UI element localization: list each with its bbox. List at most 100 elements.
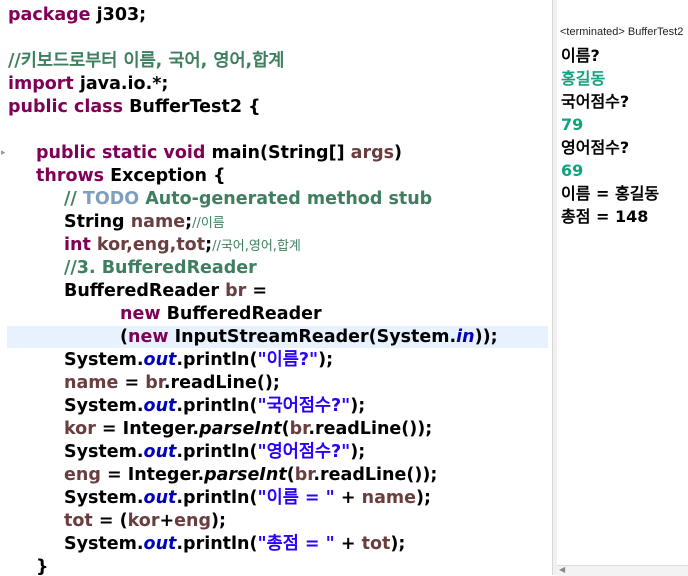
keyword: static — [101, 143, 158, 163]
variable-name: br — [225, 281, 247, 301]
code-text: ) — [394, 143, 403, 163]
code-text: .readLine()); — [313, 465, 438, 485]
code-text: .println( — [176, 442, 258, 462]
code-line-throws[interactable]: throws Exception { — [36, 165, 226, 188]
code-line-assign[interactable]: kor = Integer.parseInt(br.readLine()); — [64, 418, 432, 441]
comment-text: //국어,영어,합계 — [212, 239, 301, 254]
variable-name: eng — [64, 465, 101, 485]
code-line-println[interactable]: System.out.println("이름 = " + name); — [64, 487, 431, 510]
code-text: ); — [390, 534, 406, 554]
code-line-println[interactable]: System.out.println("국어점수?"); — [64, 395, 365, 418]
type-name: String — [64, 212, 131, 232]
code-text: System. — [64, 488, 144, 508]
code-text: System. — [64, 442, 144, 462]
code-line-decl-int[interactable]: int kor,eng,tot;//국어,영어,합계 — [64, 234, 301, 257]
string-literal: "국어점수?" — [257, 396, 351, 416]
console-output-line: 이름? — [561, 46, 600, 65]
code-line-main-decl[interactable]: public static void main(String[] args) — [36, 142, 402, 165]
scroll-left-icon[interactable]: ◀ — [559, 565, 565, 574]
static-method-name: parseInt — [204, 465, 287, 485]
variable-name: name — [64, 373, 119, 393]
code-line-class-decl[interactable]: public class BufferTest2 { — [8, 96, 261, 119]
code-line-package[interactable]: package j303; — [8, 4, 146, 27]
type-name: BufferedReader — [64, 281, 226, 301]
code-text: Exception { — [104, 166, 226, 186]
code-text: .readLine()); — [308, 419, 433, 439]
code-text: .println( — [176, 396, 258, 416]
code-text: ); — [350, 396, 366, 416]
console-input-line: 69 — [561, 161, 584, 180]
todo-tag: TODO — [82, 189, 140, 209]
comment-text: // — [64, 189, 83, 209]
code-text: + — [334, 488, 362, 508]
console-output-line: 총점 = 148 — [561, 207, 649, 226]
code-text: .readLine(); — [163, 373, 280, 393]
keyword: public — [36, 143, 96, 163]
variable-name: name — [130, 212, 186, 232]
code-text: = Integer. — [95, 419, 200, 439]
console-horizontal-scrollbar[interactable]: ◀ — [557, 565, 688, 576]
code-text: .println( — [176, 534, 258, 554]
variable-name: kor,eng,tot — [90, 235, 206, 255]
variable-name: eng — [174, 511, 211, 531]
code-text: = ( — [92, 511, 128, 531]
field-name: out — [143, 442, 177, 462]
code-editor[interactable]: ▸ package j303; //키보드로부터 이름, 국어, 영어,합계 i… — [0, 0, 550, 575]
string-literal: "이름?" — [257, 350, 319, 370]
string-literal: "영어점수?" — [257, 442, 351, 462]
console-input-line: 79 — [561, 115, 584, 134]
code-line-br-decl[interactable]: BufferedReader br = — [64, 280, 267, 303]
keyword: new — [128, 327, 169, 347]
keyword: class — [73, 97, 123, 117]
code-text: = — [118, 373, 146, 393]
code-line-closing-brace[interactable]: } — [36, 556, 48, 575]
code-line-assign[interactable]: eng = Integer.parseInt(br.readLine()); — [64, 464, 437, 487]
code-line-println[interactable]: System.out.println("영어점수?"); — [64, 441, 365, 464]
code-line-todo-comment[interactable]: // TODO Auto-generated method stub — [64, 188, 432, 211]
keyword: void — [163, 143, 206, 163]
keyword: package — [8, 5, 91, 25]
variable-name: kor — [64, 419, 96, 439]
field-name: out — [143, 396, 177, 416]
code-text: .println( — [176, 488, 258, 508]
code-text: main(String[] — [205, 143, 351, 163]
console-output-line: 영어점수? — [561, 138, 630, 157]
code-text: )); — [474, 327, 498, 347]
fold-marker-icon[interactable]: ▸ — [1, 148, 6, 158]
code-text: = — [246, 281, 268, 301]
code-text: ); — [318, 350, 334, 370]
code-text: ( — [286, 465, 295, 485]
code-line-println[interactable]: System.out.println("이름?"); — [64, 349, 333, 372]
code-text: java.io.*; — [73, 74, 169, 94]
variable-name: kor — [127, 511, 160, 531]
code-line-comment[interactable]: //3. BufferedReader — [64, 257, 257, 280]
comment-text: Auto-generated method stub — [139, 189, 433, 209]
code-line-println[interactable]: System.out.println("총점 = " + tot); — [64, 533, 405, 556]
code-line-decl-name[interactable]: String name;//이름 — [64, 211, 225, 234]
code-line-comment[interactable]: //키보드로부터 이름, 국어, 영어,합계 — [8, 50, 284, 73]
console-output-line: 이름 = 홍길동 — [561, 184, 660, 203]
code-text: + — [159, 511, 175, 531]
code-line-br-new[interactable]: new BufferedReader — [120, 303, 322, 326]
console-view[interactable]: <terminated> BufferTest2 이름? 홍길동 국어점수? 7… — [557, 0, 688, 575]
variable-name: tot — [64, 511, 93, 531]
code-line-import[interactable]: import java.io.*; — [8, 73, 168, 96]
code-line-assign[interactable]: name = br.readLine(); — [64, 372, 280, 395]
keyword: throws — [36, 166, 105, 186]
code-line-assign[interactable]: tot = (kor+eng); — [64, 510, 226, 533]
keyword: public — [8, 97, 68, 117]
parameter-name: args — [350, 143, 395, 163]
field-name: out — [143, 350, 177, 370]
variable-name: tot — [361, 534, 391, 554]
code-text: = Integer. — [100, 465, 205, 485]
keyword: import — [8, 74, 74, 94]
code-text: BufferedReader — [160, 304, 322, 324]
code-text: ); — [350, 442, 366, 462]
code-text: } — [36, 557, 49, 575]
code-text: System. — [64, 534, 144, 554]
code-text: + — [334, 534, 362, 554]
code-line-br-isr[interactable]: (new InputStreamReader(System.in)); — [120, 326, 498, 349]
string-literal: "총점 = " — [257, 534, 335, 554]
field-name: in — [456, 327, 475, 347]
code-text: j303; — [90, 5, 147, 25]
